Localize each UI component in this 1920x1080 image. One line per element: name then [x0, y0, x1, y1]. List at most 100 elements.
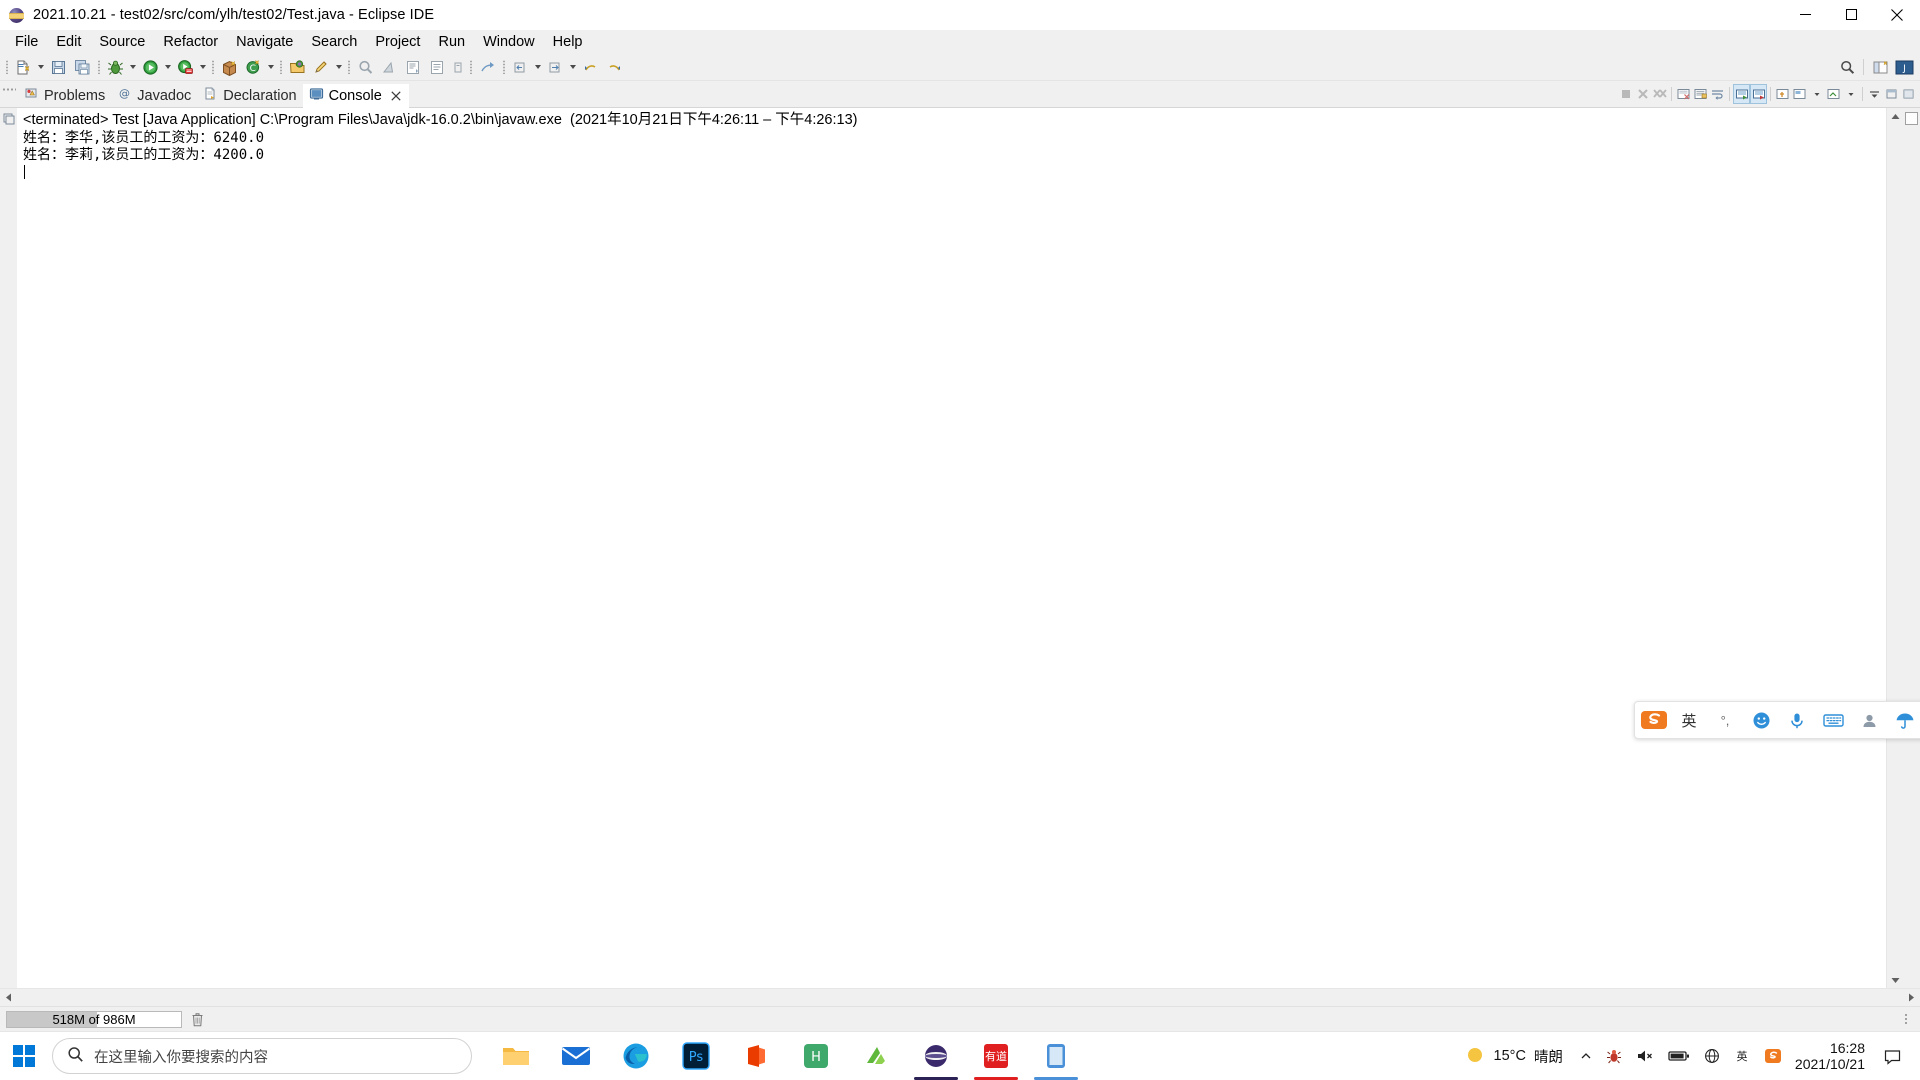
last-edit-location-icon[interactable] — [475, 56, 499, 78]
taskbar-youdao-icon[interactable]: 有道 — [966, 1032, 1026, 1080]
remove-launch-icon[interactable] — [1634, 84, 1651, 104]
display-selected-console-icon[interactable] — [1791, 84, 1808, 104]
menu-help[interactable]: Help — [544, 31, 592, 53]
show-console-on-error-icon[interactable] — [1750, 84, 1767, 104]
new-java-package-icon[interactable] — [217, 56, 241, 78]
menu-window[interactable]: Window — [474, 31, 544, 53]
back-icon[interactable] — [508, 56, 532, 78]
menu-project[interactable]: Project — [366, 31, 429, 53]
console-scroll-track[interactable] — [1887, 124, 1903, 972]
open-console-dropdown-icon[interactable] — [1842, 84, 1859, 104]
toolbar-grip-7[interactable] — [499, 56, 508, 78]
emoji-icon[interactable] — [1743, 705, 1779, 735]
show-console-on-output-icon[interactable] — [1733, 84, 1750, 104]
toolbar-grip-5[interactable] — [344, 56, 353, 78]
taskbar-file-explorer-icon[interactable] — [486, 1032, 546, 1080]
coverage-dropdown-icon[interactable] — [197, 56, 208, 78]
run-garbage-collector-icon[interactable] — [186, 1009, 208, 1029]
clear-console-icon[interactable] — [1675, 84, 1692, 104]
search-icon[interactable] — [353, 56, 377, 78]
minimize-view-icon[interactable] — [1883, 84, 1900, 104]
taskbar-search-box[interactable]: 在这里输入你要搜索的内容 — [52, 1038, 472, 1074]
menu-refactor[interactable]: Refactor — [154, 31, 227, 53]
console-vertical-scrollbar[interactable] — [1886, 108, 1903, 988]
menu-file[interactable]: File — [6, 31, 47, 53]
new-class-icon[interactable]: C — [241, 56, 265, 78]
scroll-left-icon[interactable] — [0, 989, 17, 1006]
hscroll-track[interactable] — [17, 989, 1903, 1006]
remove-all-terminated-icon[interactable] — [1651, 84, 1668, 104]
run-coverage-icon[interactable] — [173, 56, 197, 78]
taskbar-photoshop-icon[interactable]: Ps — [666, 1032, 726, 1080]
toolbar-grip[interactable] — [2, 56, 11, 78]
pin-editor-icon[interactable] — [578, 56, 602, 78]
word-wrap-icon[interactable] — [1709, 84, 1726, 104]
tab-console[interactable]: Console — [302, 84, 410, 108]
maximize-view-icon[interactable] — [1900, 84, 1917, 104]
ime-tray-icon[interactable]: 英 — [1727, 1032, 1757, 1080]
tab-declaration[interactable]: Declaration — [197, 84, 302, 107]
toolbar-grip-2[interactable] — [94, 56, 103, 78]
menu-edit[interactable]: Edit — [47, 31, 90, 53]
volume-mute-icon[interactable] — [1629, 1032, 1661, 1080]
taskbar-navicat-icon[interactable] — [846, 1032, 906, 1080]
terminate-icon[interactable] — [1617, 84, 1634, 104]
tab-javadoc[interactable]: @ Javadoc — [111, 84, 197, 107]
toolbar-grip-4[interactable] — [276, 56, 285, 78]
previous-annotation-icon[interactable] — [449, 56, 466, 78]
save-icon[interactable] — [46, 56, 70, 78]
view-menu-icon[interactable] — [1866, 84, 1883, 104]
edit-dropdown-icon[interactable] — [333, 56, 344, 78]
back-dropdown-icon[interactable] — [532, 56, 543, 78]
scroll-down-icon[interactable] — [1887, 972, 1903, 988]
debug-icon[interactable] — [103, 56, 127, 78]
sogou-logo-icon[interactable] — [1637, 706, 1671, 734]
pin-editor-2-icon[interactable] — [602, 56, 626, 78]
edit-icon[interactable] — [309, 56, 333, 78]
weather-widget[interactable]: 15°C 晴朗 — [1460, 1044, 1573, 1069]
new-dropdown-icon[interactable] — [35, 56, 46, 78]
quick-access-search-icon[interactable] — [1835, 56, 1859, 78]
run-icon[interactable] — [138, 56, 162, 78]
taskbar-clock[interactable]: 16:28 2021/10/21 — [1789, 1040, 1877, 1072]
menu-run[interactable]: Run — [429, 31, 474, 53]
menu-search[interactable]: Search — [302, 31, 366, 53]
scroll-right-icon[interactable] — [1903, 989, 1920, 1006]
keyboard-icon[interactable] — [1815, 705, 1851, 735]
heap-status-indicator[interactable]: 518M of 986M — [6, 1010, 182, 1028]
scroll-lock-icon[interactable] — [1692, 84, 1709, 104]
taskbar-mail-icon[interactable] — [546, 1032, 606, 1080]
maximize-button[interactable] — [1828, 0, 1874, 29]
ime-punctuation-toggle[interactable]: °, — [1707, 705, 1743, 735]
ime-mode-toggle[interactable]: 英 — [1671, 705, 1707, 735]
microphone-icon[interactable] — [1779, 705, 1815, 735]
taskbar-hbuilder-icon[interactable]: H — [786, 1032, 846, 1080]
open-console-icon[interactable] — [1825, 84, 1842, 104]
next-annotation-icon[interactable] — [425, 56, 449, 78]
umbrella-icon[interactable] — [1887, 705, 1920, 735]
scroll-up-icon[interactable] — [1887, 108, 1903, 124]
taskbar-edge-icon[interactable] — [606, 1032, 666, 1080]
menu-navigate[interactable]: Navigate — [227, 31, 302, 53]
bug-tray-icon[interactable] — [1599, 1032, 1629, 1080]
display-selected-console-dropdown-icon[interactable] — [1808, 84, 1825, 104]
console-output[interactable]: <terminated> Test [Java Application] C:\… — [17, 108, 1886, 988]
java-perspective-icon[interactable]: J — [1892, 56, 1916, 78]
notification-center-icon[interactable] — [1877, 1032, 1908, 1080]
pin-console-icon[interactable] — [1774, 84, 1791, 104]
view-drag-grip[interactable] — [0, 81, 18, 107]
taskbar-eclipse-icon[interactable] — [906, 1032, 966, 1080]
tab-console-close-icon[interactable] — [389, 89, 403, 103]
close-button[interactable] — [1874, 0, 1920, 29]
taskbar-app-icon[interactable] — [1026, 1032, 1086, 1080]
forward-dropdown-icon[interactable] — [567, 56, 578, 78]
forward-icon[interactable] — [543, 56, 567, 78]
new-icon[interactable] — [11, 56, 35, 78]
status-resize-grip[interactable] — [1892, 1009, 1920, 1029]
tab-problems[interactable]: Problems — [18, 84, 111, 107]
toggle-breadcrumb-icon[interactable] — [401, 56, 425, 78]
debug-dropdown-icon[interactable] — [127, 56, 138, 78]
battery-icon[interactable] — [1661, 1032, 1697, 1080]
taskbar-office-icon[interactable] — [726, 1032, 786, 1080]
chevron-up-icon[interactable] — [1573, 1032, 1599, 1080]
